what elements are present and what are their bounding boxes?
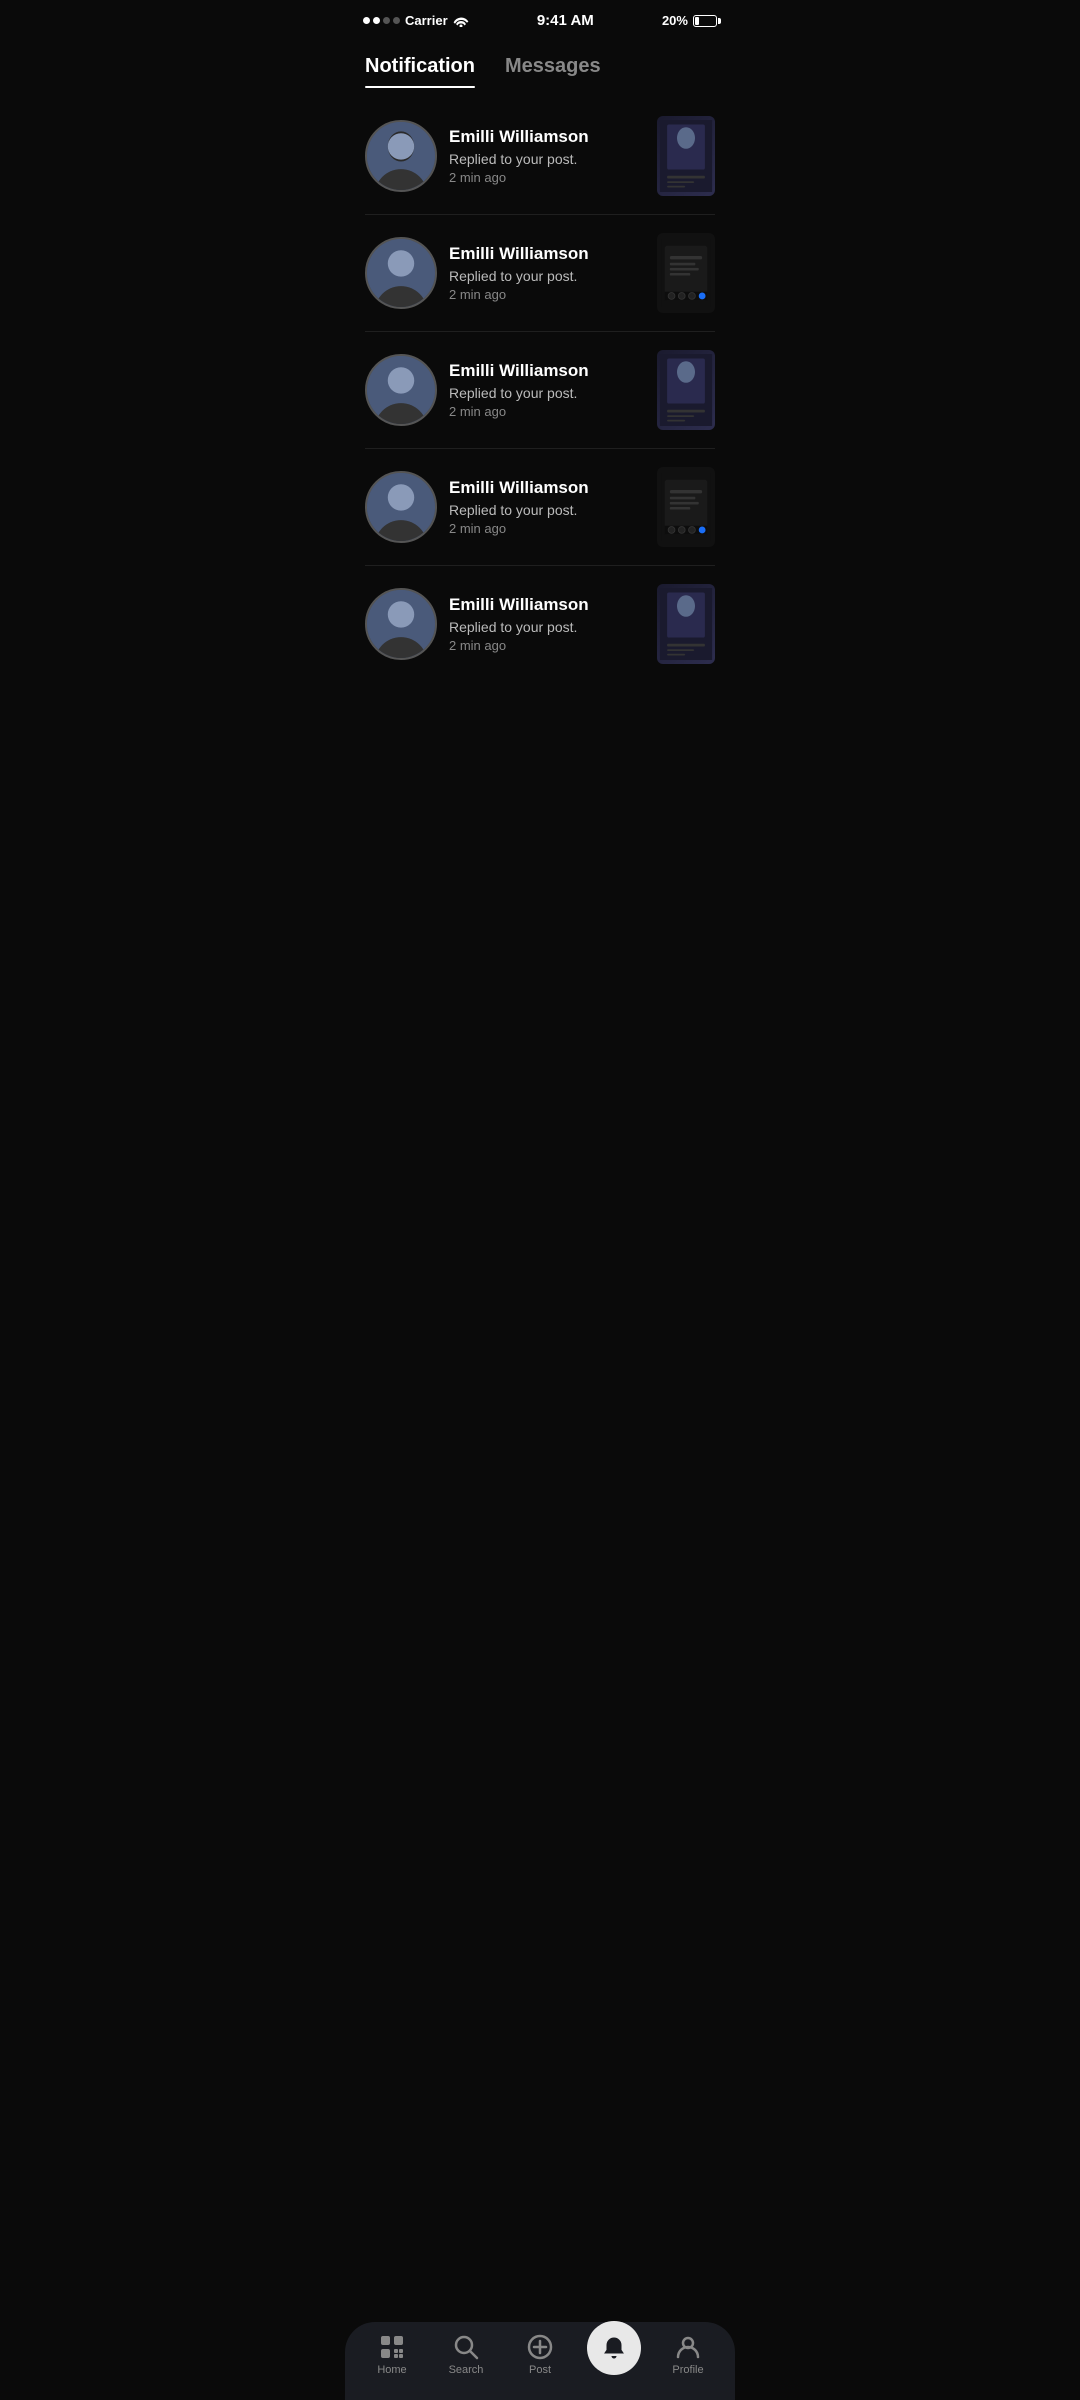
avatar — [365, 471, 437, 543]
carrier-label: Carrier — [405, 13, 448, 28]
notification-bell-circle — [587, 2321, 641, 2375]
notification-content: Emilli Williamson Replied to your post. … — [449, 244, 645, 302]
notification-thumbnail — [657, 350, 715, 430]
profile-icon — [675, 2334, 701, 2360]
nav-item-notification[interactable] — [587, 2336, 642, 2375]
notification-item[interactable]: Emilli Williamson Replied to your post. … — [360, 449, 720, 565]
signal-dot-3 — [383, 17, 390, 24]
avatar — [365, 588, 437, 660]
home-label: Home — [377, 2364, 406, 2376]
notification-item[interactable]: Emilli Williamson Replied to your post. … — [360, 332, 720, 448]
notification-item[interactable]: Emilli Williamson Replied to your post. … — [360, 566, 720, 682]
tab-messages[interactable]: Messages — [505, 55, 601, 88]
notif-name: Emilli Williamson — [449, 244, 645, 264]
notification-content: Emilli Williamson Replied to your post. … — [449, 478, 645, 536]
nav-item-profile[interactable]: Profile — [661, 2334, 716, 2376]
notif-name: Emilli Williamson — [449, 127, 645, 147]
post-icon — [527, 2334, 553, 2360]
nav-item-home[interactable]: Home — [365, 2334, 420, 2376]
battery-percent: 20% — [662, 13, 688, 28]
notification-content: Emilli Williamson Replied to your post. … — [449, 361, 645, 419]
signal-dot-2 — [373, 17, 380, 24]
notif-time: 2 min ago — [449, 170, 645, 185]
notif-time: 2 min ago — [449, 287, 645, 302]
post-label: Post — [529, 2364, 551, 2376]
signal-dots — [363, 17, 400, 24]
bottom-nav: Home Search Post — [345, 2322, 735, 2400]
notif-time: 2 min ago — [449, 521, 645, 536]
nav-item-post[interactable]: Post — [513, 2334, 568, 2376]
notification-item[interactable]: Emilli Williamson Replied to your post. … — [360, 98, 720, 214]
notif-action: Replied to your post. — [449, 268, 645, 284]
notif-action: Replied to your post. — [449, 502, 645, 518]
signal-dot-4 — [393, 17, 400, 24]
status-right: 20% — [662, 13, 717, 28]
signal-dot-1 — [363, 17, 370, 24]
search-label: Search — [449, 2364, 484, 2376]
notif-name: Emilli Williamson — [449, 478, 645, 498]
notification-content: Emilli Williamson Replied to your post. … — [449, 127, 645, 185]
avatar — [365, 237, 437, 309]
notification-item[interactable]: Emilli Williamson Replied to your post. … — [360, 215, 720, 331]
tab-notification[interactable]: Notification — [365, 55, 475, 88]
profile-label: Profile — [672, 2364, 703, 2376]
notification-thumbnail — [657, 233, 715, 313]
notification-content: Emilli Williamson Replied to your post. … — [449, 595, 645, 653]
home-icon — [379, 2334, 405, 2360]
notif-time: 2 min ago — [449, 404, 645, 419]
wifi-icon — [453, 15, 469, 27]
notif-time: 2 min ago — [449, 638, 645, 653]
avatar — [365, 354, 437, 426]
notif-action: Replied to your post. — [449, 385, 645, 401]
status-bar: Carrier 9:41 AM 20% — [345, 0, 735, 35]
notification-thumbnail — [657, 584, 715, 664]
battery-icon — [693, 15, 717, 27]
notif-action: Replied to your post. — [449, 619, 645, 635]
nav-item-search[interactable]: Search — [439, 2334, 494, 2376]
avatar — [365, 120, 437, 192]
notif-action: Replied to your post. — [449, 151, 645, 167]
time-display: 9:41 AM — [537, 12, 594, 29]
notification-thumbnail — [657, 467, 715, 547]
notification-list: Emilli Williamson Replied to your post. … — [345, 88, 735, 692]
battery-fill — [695, 17, 699, 25]
tab-bar: Notification Messages — [345, 35, 735, 88]
notif-name: Emilli Williamson — [449, 361, 645, 381]
status-left: Carrier — [363, 13, 469, 28]
search-icon — [453, 2334, 479, 2360]
notif-name: Emilli Williamson — [449, 595, 645, 615]
notification-thumbnail — [657, 116, 715, 196]
